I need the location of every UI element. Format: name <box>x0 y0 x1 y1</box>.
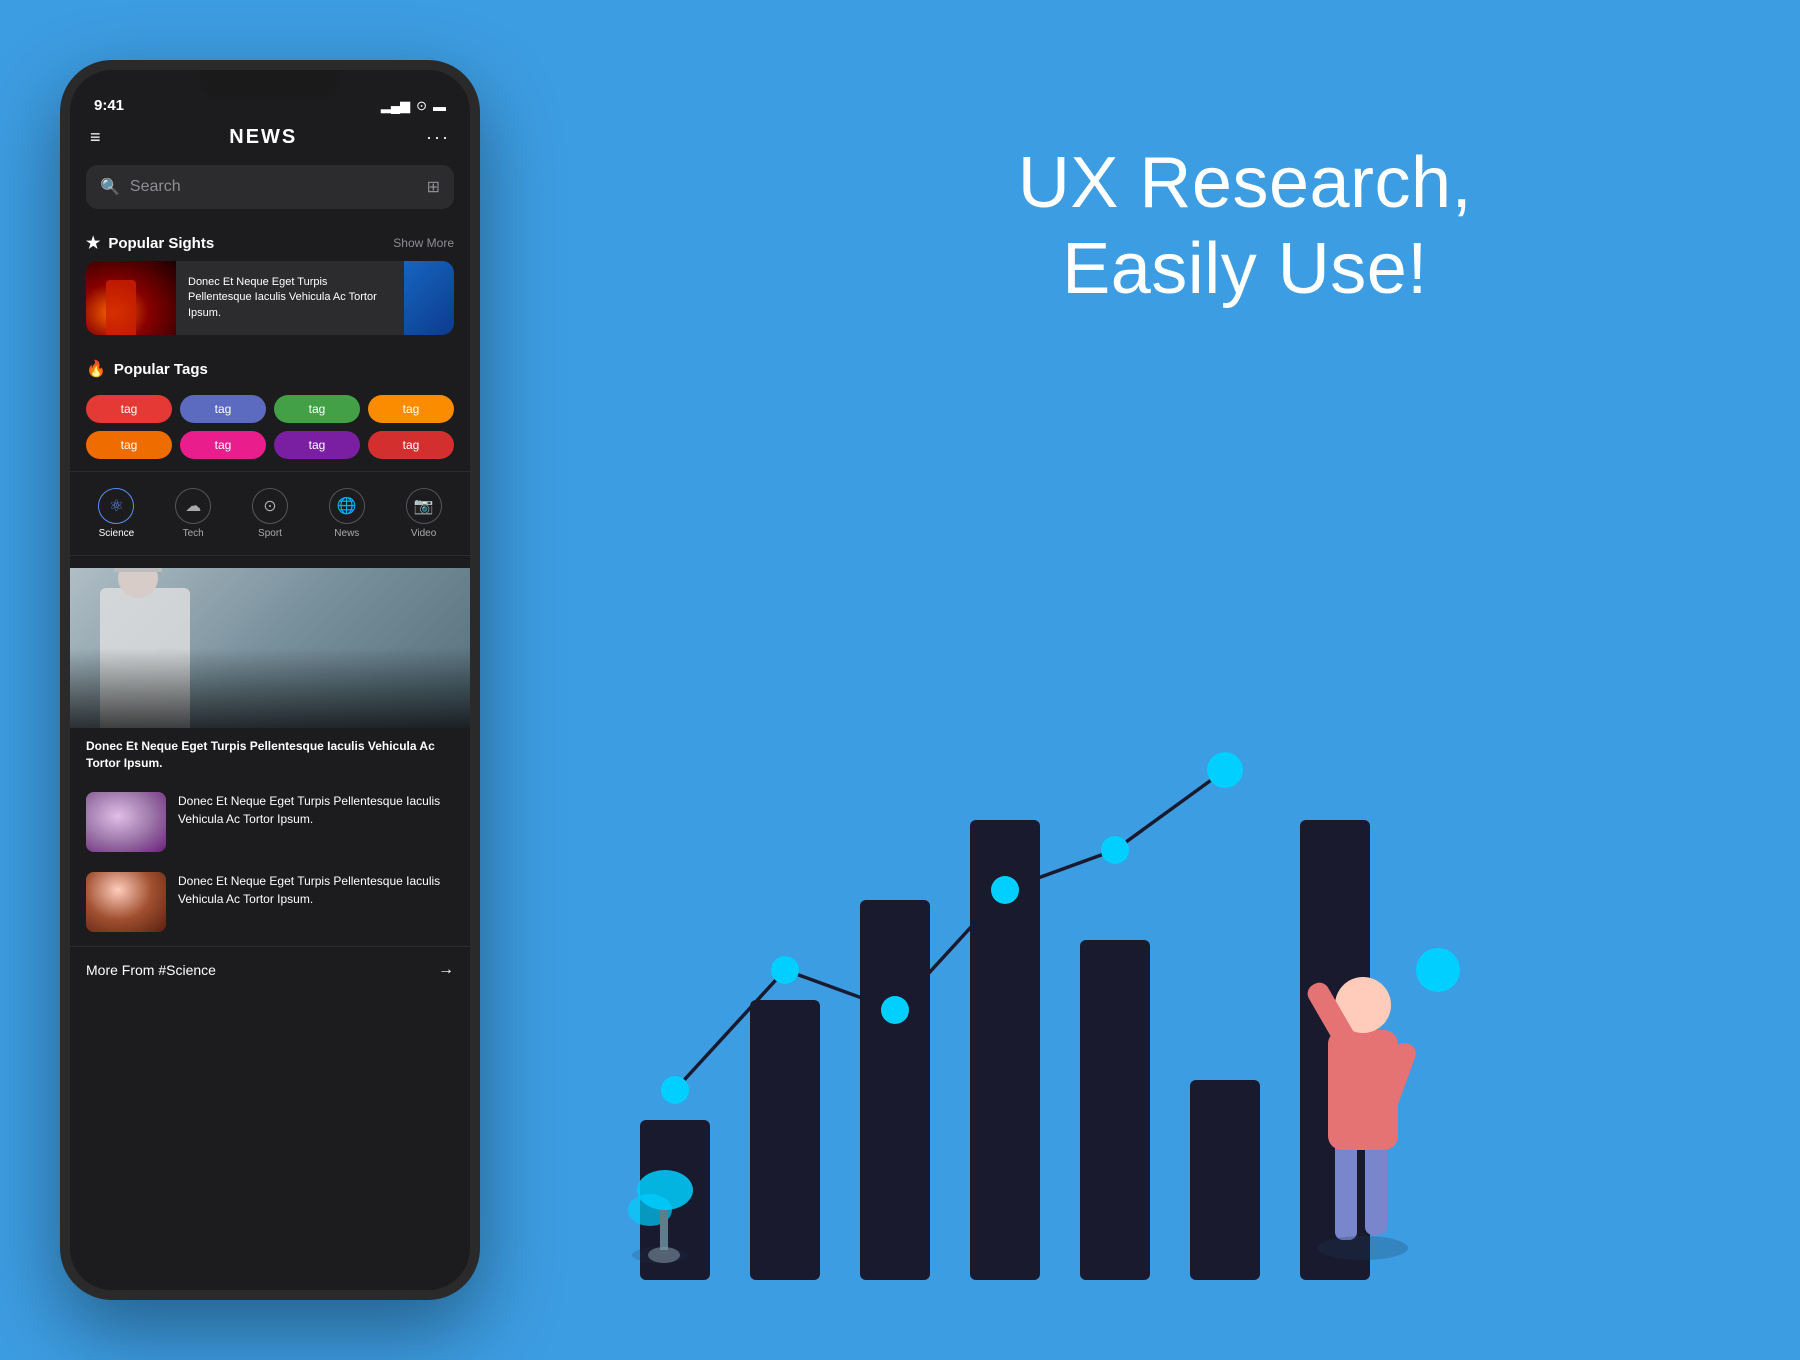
tag-6[interactable]: tag <box>180 431 266 459</box>
news-item-2[interactable]: Donec Et Neque Eget Turpis Pellentesque … <box>70 862 470 942</box>
category-news[interactable]: 🌐 News <box>310 480 383 547</box>
wifi-icon: ⊙ <box>416 98 427 114</box>
sights-image-left <box>86 261 176 335</box>
news-label: News <box>334 528 359 539</box>
sights-card-text: Donec Et Neque Eget Turpis Pellentesque … <box>176 265 404 331</box>
more-icon[interactable]: ··· <box>426 127 450 148</box>
filter-icon[interactable]: ⊞ <box>427 177 440 197</box>
hero-title: UX Research, Easily Use! <box>750 140 1740 313</box>
main-article-image <box>70 568 470 728</box>
tag-4[interactable]: tag <box>368 395 454 423</box>
tech-icon: ☁ <box>175 488 211 524</box>
tags-grid: tag tag tag tag tag tag tag tag <box>70 387 470 471</box>
star-icon: ★ <box>86 233 100 253</box>
news-item-1-text: Donec Et Neque Eget Turpis Pellentesque … <box>178 792 454 828</box>
app-title: NEWS <box>229 126 297 149</box>
menu-icon[interactable]: ≡ <box>90 127 101 148</box>
main-card-overlay <box>70 648 470 728</box>
tag-8[interactable]: tag <box>368 431 454 459</box>
chart-illustration <box>580 680 1770 1280</box>
popular-tags-header: 🔥 Popular Tags <box>70 351 470 387</box>
popular-tags-label: Popular Tags <box>114 361 208 378</box>
categories: ⚛ Science ☁ Tech ⊙ Sport 🌐 News 📷 Vi <box>70 471 470 556</box>
notch <box>200 70 340 100</box>
sights-image-right <box>404 261 454 335</box>
phone: 9:41 ▂▄▆ ⊙ ▬ ≡ NEWS ··· 🔍 Search ⊞ <box>60 60 480 1300</box>
news-item-1[interactable]: Donec Et Neque Eget Turpis Pellentesque … <box>70 782 470 862</box>
search-icon: 🔍 <box>100 177 120 197</box>
more-from-text: More From #Science <box>86 962 216 978</box>
news-item-2-text: Donec Et Neque Eget Turpis Pellentesque … <box>178 872 454 908</box>
chart-svg <box>580 700 1480 1280</box>
screen: 9:41 ▂▄▆ ⊙ ▬ ≡ NEWS ··· 🔍 Search ⊞ <box>70 70 470 1290</box>
tag-3[interactable]: tag <box>274 395 360 423</box>
science-label: Science <box>99 528 135 539</box>
tag-7[interactable]: tag <box>274 431 360 459</box>
tag-5[interactable]: tag <box>86 431 172 459</box>
category-sport[interactable]: ⊙ Sport <box>234 480 307 547</box>
hero-text: UX Research, Easily Use! <box>750 140 1740 313</box>
category-video[interactable]: 📷 Video <box>387 480 460 547</box>
news-thumb-1 <box>86 792 166 852</box>
phone-wrapper: 9:41 ▂▄▆ ⊙ ▬ ≡ NEWS ··· 🔍 Search ⊞ <box>60 60 480 1320</box>
show-more-button[interactable]: Show More <box>393 236 454 250</box>
signal-icon: ▂▄▆ <box>381 98 410 114</box>
science-icon: ⚛ <box>98 488 134 524</box>
popular-sights-title: ★ Popular Sights <box>86 233 214 253</box>
video-label: Video <box>411 528 436 539</box>
category-tech[interactable]: ☁ Tech <box>157 480 230 547</box>
tech-label: Tech <box>183 528 204 539</box>
search-bar[interactable]: 🔍 Search ⊞ <box>86 165 454 209</box>
news-icon: 🌐 <box>329 488 365 524</box>
sights-card[interactable]: Donec Et Neque Eget Turpis Pellentesque … <box>86 261 454 335</box>
main-article-text: Donec Et Neque Eget Turpis Pellentesque … <box>70 728 470 782</box>
more-from-section[interactable]: More From #Science → <box>70 946 470 993</box>
popular-sights-header: ★ Popular Sights Show More <box>70 225 470 261</box>
tag-1[interactable]: tag <box>86 395 172 423</box>
search-placeholder[interactable]: Search <box>130 178 417 196</box>
status-icons: ▂▄▆ ⊙ ▬ <box>381 98 446 114</box>
news-thumb-2 <box>86 872 166 932</box>
sport-label: Sport <box>258 528 282 539</box>
main-article-card[interactable]: Donec Et Neque Eget Turpis Pellentesque … <box>70 568 470 782</box>
battery-icon: ▬ <box>433 99 446 114</box>
more-from-arrow: → <box>438 961 454 979</box>
popular-sights-label: Popular Sights <box>108 235 214 252</box>
tag-2[interactable]: tag <box>180 395 266 423</box>
status-time: 9:41 <box>94 97 124 114</box>
video-icon: 📷 <box>406 488 442 524</box>
category-science[interactable]: ⚛ Science <box>80 480 153 547</box>
fire-icon: 🔥 <box>86 359 106 379</box>
sport-icon: ⊙ <box>252 488 288 524</box>
popular-tags-title: 🔥 Popular Tags <box>86 359 208 379</box>
